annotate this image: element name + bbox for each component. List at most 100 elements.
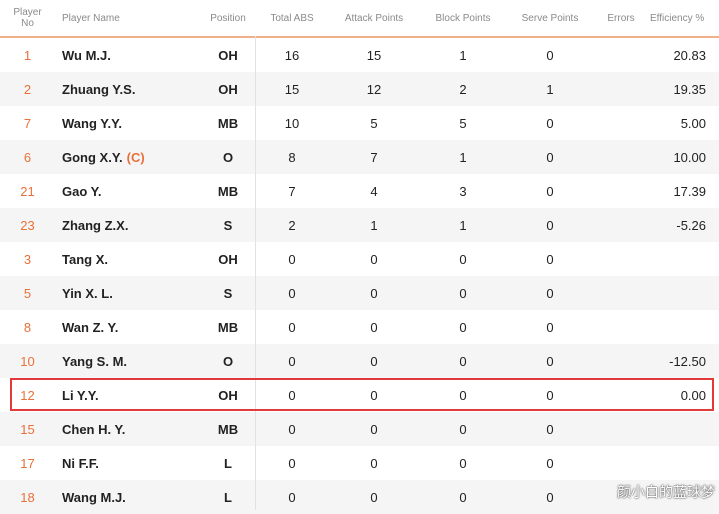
player-number-text: 12 [20, 387, 35, 403]
player-number-text: 17 [20, 455, 35, 471]
attack-points-value: 0 [344, 242, 404, 276]
header-no-line1: Player [13, 7, 42, 18]
header-player-name[interactable]: Player Name [62, 0, 182, 36]
player-position-text: S [223, 285, 233, 301]
attack-points-value-text: 0 [370, 421, 378, 437]
player-number: 17 [0, 446, 55, 480]
player-position-text: OH [218, 251, 238, 267]
player-number-text: 23 [20, 217, 35, 233]
player-number-text: 2 [23, 81, 32, 97]
block-points-value: 2 [433, 72, 493, 106]
efficiency-value: 19.35 [600, 72, 706, 106]
table-row[interactable]: 2 Zhuang Y.S. OH 15 12 2 1 19.35 [0, 72, 719, 106]
player-name: Wang M.J. [62, 480, 212, 514]
player-name-text: Yin X. L. [62, 285, 113, 301]
total-abs-value-text: 0 [288, 387, 296, 403]
serve-points-value: 0 [520, 378, 580, 412]
header-errors[interactable]: Errors [600, 0, 642, 36]
player-name: Ni F.F. [62, 446, 212, 480]
player-position: OH [203, 72, 253, 106]
block-points-value-text: 0 [459, 353, 467, 369]
header-efficiency[interactable]: Efficiency % [650, 0, 719, 36]
player-position: O [203, 140, 253, 174]
player-position-text: OH [218, 387, 238, 403]
total-abs-value-text: 0 [288, 489, 296, 505]
table-row[interactable]: 6 Gong X.Y. (C) O 8 7 1 0 10.00 [0, 140, 719, 174]
attack-points-value-text: 0 [370, 387, 378, 403]
total-abs-value-text: 16 [284, 47, 300, 63]
block-points-value-text: 1 [459, 217, 467, 233]
table-row[interactable]: 15 Chen H. Y. MB 0 0 0 0 [0, 412, 719, 446]
attack-points-value: 0 [344, 446, 404, 480]
total-abs-value-text: 0 [288, 455, 296, 471]
serve-points-value: 0 [520, 106, 580, 140]
block-points-value: 0 [433, 276, 493, 310]
table-row[interactable]: 12 Li Y.Y. OH 0 0 0 0 0.00 [0, 378, 719, 412]
total-abs-value: 10 [262, 106, 322, 140]
player-position: S [203, 208, 253, 242]
table-row[interactable]: 5 Yin X. L. S 0 0 0 0 [0, 276, 719, 310]
player-position: O [203, 344, 253, 378]
player-name: Tang X. [62, 242, 212, 276]
table-row[interactable]: 3 Tang X. OH 0 0 0 0 [0, 242, 719, 276]
table-row[interactable]: 18 Wang M.J. L 0 0 0 0 [0, 480, 719, 514]
player-position: L [203, 480, 253, 514]
total-abs-value-text: 0 [288, 251, 296, 267]
serve-points-value: 0 [520, 446, 580, 480]
attack-points-value-text: 1 [370, 217, 378, 233]
serve-points-value: 0 [520, 174, 580, 208]
total-abs-value: 8 [262, 140, 322, 174]
player-position: MB [203, 174, 253, 208]
efficiency-value: 5.00 [600, 106, 706, 140]
player-name: Li Y.Y. [62, 378, 212, 412]
table-row[interactable]: 21 Gao Y. MB 7 4 3 0 17.39 [0, 174, 719, 208]
efficiency-value-text: 20.83 [673, 47, 706, 63]
table-row[interactable]: 23 Zhang Z.X. S 2 1 1 0 -5.26 [0, 208, 719, 242]
efficiency-value: 10.00 [600, 140, 706, 174]
block-points-value: 3 [433, 174, 493, 208]
efficiency-value-text: -12.50 [669, 353, 706, 369]
player-position-text: L [224, 455, 232, 471]
header-position[interactable]: Position [203, 0, 253, 36]
serve-points-value-text: 0 [546, 285, 554, 301]
table-row[interactable]: 8 Wan Z. Y. MB 0 0 0 0 [0, 310, 719, 344]
player-name: Wan Z. Y. [62, 310, 212, 344]
player-number-text: 18 [20, 489, 35, 505]
serve-points-value: 0 [520, 310, 580, 344]
player-position-text: OH [218, 47, 238, 63]
serve-points-value: 0 [520, 208, 580, 242]
serve-points-value: 0 [520, 276, 580, 310]
player-number: 3 [0, 242, 55, 276]
player-position-text: OH [218, 81, 238, 97]
player-name: Yang S. M. [62, 344, 212, 378]
table-row[interactable]: 1 Wu M.J. OH 16 15 1 0 20.83 [0, 38, 719, 72]
table-row[interactable]: 17 Ni F.F. L 0 0 0 0 [0, 446, 719, 480]
player-position: S [203, 276, 253, 310]
serve-points-value-text: 0 [546, 455, 554, 471]
player-position: MB [203, 106, 253, 140]
header-serve-points[interactable]: Serve Points [515, 0, 585, 36]
header-total-abs[interactable]: Total ABS [262, 0, 322, 36]
header-player-no[interactable]: Player No [0, 0, 55, 36]
player-number-text: 7 [23, 115, 32, 131]
block-points-value-text: 1 [459, 47, 467, 63]
total-abs-value: 0 [262, 310, 322, 344]
attack-points-value-text: 5 [370, 115, 378, 131]
attack-points-value: 4 [344, 174, 404, 208]
header-block-points[interactable]: Block Points [428, 0, 498, 36]
attack-points-value: 1 [344, 208, 404, 242]
table-row[interactable]: 10 Yang S. M. O 0 0 0 0 -12.50 [0, 344, 719, 378]
table-row[interactable]: 7 Wang Y.Y. MB 10 5 5 0 5.00 [0, 106, 719, 140]
attack-points-value: 0 [344, 344, 404, 378]
player-position-text: MB [217, 319, 239, 335]
block-points-value-text: 0 [459, 285, 467, 301]
serve-points-value: 0 [520, 480, 580, 514]
block-points-value: 1 [433, 140, 493, 174]
block-points-value-text: 0 [459, 251, 467, 267]
efficiency-value-text: 17.39 [673, 183, 706, 199]
attack-points-value: 0 [344, 412, 404, 446]
header-attack-points[interactable]: Attack Points [339, 0, 409, 36]
player-number-text: 1 [23, 47, 32, 63]
watermark: 颜小白的蓝球梦 [617, 485, 715, 501]
serve-points-value: 0 [520, 242, 580, 276]
